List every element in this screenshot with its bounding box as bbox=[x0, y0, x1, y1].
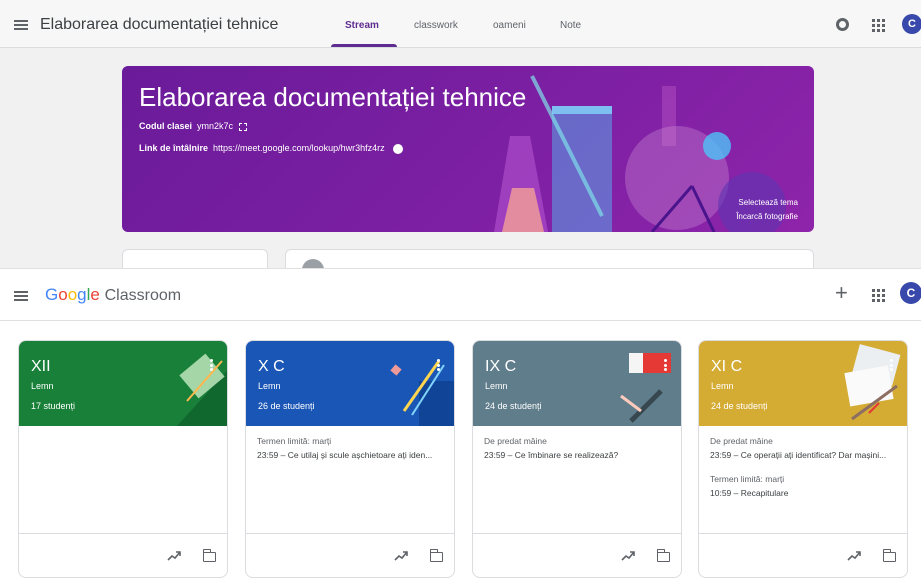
class-card-assignments: Termen limită: marți 23:59 – Ce utilaj și… bbox=[257, 434, 446, 462]
tab-stream[interactable]: Stream bbox=[345, 20, 379, 31]
class-code-value: ymn2k7c bbox=[197, 121, 234, 131]
class-stream-view: Elaborarea documentației tehnice Stream … bbox=[0, 0, 921, 268]
class-card-footer bbox=[473, 533, 681, 577]
assignment-due-label: De predat mâine bbox=[484, 436, 547, 446]
create-join-class-plus-icon[interactable]: + bbox=[835, 282, 848, 304]
main-menu-icon[interactable] bbox=[14, 291, 28, 301]
assignment-link[interactable]: 23:59 – Ce utilaj și scule așchietoare a… bbox=[257, 448, 446, 462]
stream-app-bar: Elaborarea documentației tehnice Stream … bbox=[0, 0, 921, 48]
class-card[interactable]: XII Lemn 17 studenți bbox=[18, 340, 228, 578]
folder-icon[interactable] bbox=[882, 549, 896, 562]
tab-grades[interactable]: Note bbox=[560, 20, 581, 31]
class-title[interactable]: Elaborarea documentației tehnice bbox=[40, 16, 278, 34]
google-apps-icon[interactable] bbox=[872, 289, 885, 302]
card-illustration bbox=[620, 353, 671, 423]
assignment-link[interactable]: 23:59 – Ce îmbinare se realizează? bbox=[484, 448, 673, 462]
announcement-composer[interactable] bbox=[285, 249, 814, 268]
fullscreen-icon[interactable] bbox=[238, 122, 247, 131]
class-card-header[interactable]: XI C Lemn 24 de studenți bbox=[699, 341, 907, 426]
trending-insights-icon[interactable] bbox=[621, 551, 635, 561]
assignment-due-label: Termen limită: marți bbox=[710, 474, 785, 484]
trending-insights-icon[interactable] bbox=[847, 551, 861, 561]
tab-people[interactable]: oameni bbox=[493, 20, 526, 31]
class-card-title[interactable]: IX C bbox=[485, 358, 516, 376]
home-app-bar: Google Classroom + C bbox=[0, 269, 921, 321]
folder-icon[interactable] bbox=[202, 549, 216, 562]
account-avatar[interactable]: C bbox=[900, 282, 921, 304]
folder-icon[interactable] bbox=[656, 549, 670, 562]
class-card-section: Lemn bbox=[485, 381, 508, 391]
logo-classroom: Classroom bbox=[104, 287, 182, 304]
class-code-row: Codul clasei ymn2k7c bbox=[139, 121, 247, 131]
class-card[interactable]: IX C Lemn 24 de studenți De predat mâine 23:… bbox=[472, 340, 682, 578]
class-card-assignments: De predat mâine 23:59 – Ce îmbinare se re… bbox=[484, 434, 673, 462]
class-card-assignments: De predat mâine 23:59 – Ce operații ați i… bbox=[710, 434, 899, 500]
account-avatar[interactable]: C bbox=[902, 14, 921, 34]
class-card-student-count: 24 de studenți bbox=[711, 401, 768, 411]
more-options-icon[interactable] bbox=[664, 359, 667, 371]
class-card[interactable]: XI C Lemn 24 de studenți De predat mâine 23:… bbox=[698, 340, 908, 578]
folder-icon[interactable] bbox=[429, 549, 443, 562]
google-classroom-logo[interactable]: Google Classroom bbox=[45, 285, 181, 305]
class-card-footer bbox=[699, 533, 907, 577]
more-options-icon[interactable] bbox=[437, 359, 440, 371]
trending-insights-icon[interactable] bbox=[167, 551, 181, 561]
class-card-student-count: 24 de studenți bbox=[485, 401, 542, 411]
class-card-student-count: 26 de studenți bbox=[258, 401, 315, 411]
class-card-section: Lemn bbox=[258, 381, 281, 391]
class-card-section: Lemn bbox=[31, 381, 54, 391]
assignment-link[interactable]: 10:59 – Recapitulare bbox=[710, 486, 899, 500]
active-tab-indicator bbox=[331, 44, 397, 47]
card-illustration bbox=[844, 344, 901, 421]
class-card-section: Lemn bbox=[711, 381, 734, 391]
class-card-footer bbox=[246, 533, 454, 577]
upload-photo-link[interactable]: Încarcă fotografie bbox=[736, 210, 798, 224]
classroom-home-view: Google Classroom + C XII Lemn 17 studenți X… bbox=[0, 268, 921, 578]
meet-link-url[interactable]: https://meet.google.com/lookup/hwr3hfz4r… bbox=[213, 143, 385, 153]
banner-class-title: Elaborarea documentației tehnice bbox=[139, 82, 527, 112]
tab-classwork[interactable]: classwork bbox=[414, 20, 458, 31]
class-settings-gear-icon[interactable] bbox=[836, 18, 849, 31]
google-apps-icon[interactable] bbox=[872, 19, 885, 32]
class-code-label: Codul clasei bbox=[139, 121, 193, 131]
class-card[interactable]: X C Lemn 26 de studenți Termen limită: marț… bbox=[245, 340, 455, 578]
class-card-header[interactable]: XII Lemn 17 studenți bbox=[19, 341, 227, 426]
class-card-footer bbox=[19, 533, 227, 577]
assignment-link[interactable]: 23:59 – Ce operații ați identificat? Dar… bbox=[710, 448, 899, 462]
card-illustration bbox=[390, 360, 454, 426]
upcoming-panel bbox=[122, 249, 268, 268]
more-options-icon[interactable] bbox=[890, 359, 893, 371]
class-card-student-count: 17 studenți bbox=[31, 401, 76, 411]
banner-actions: Selectează tema Încarcă fotografie bbox=[736, 196, 798, 224]
class-card-title[interactable]: XI C bbox=[711, 358, 742, 376]
select-theme-link[interactable]: Selectează tema bbox=[736, 196, 798, 210]
card-illustration bbox=[177, 353, 227, 426]
trending-insights-icon[interactable] bbox=[394, 551, 408, 561]
more-options-icon[interactable] bbox=[210, 359, 213, 371]
logo-google: Google bbox=[45, 285, 100, 304]
meet-link-row: Link de întâlnire https://meet.google.co… bbox=[139, 143, 404, 154]
assignment-due-label: De predat mâine bbox=[710, 436, 773, 446]
meet-video-icon[interactable] bbox=[393, 143, 404, 154]
class-card-header[interactable]: IX C Lemn 24 de studenți bbox=[473, 341, 681, 426]
assignment-due-label: Termen limită: marți bbox=[257, 436, 332, 446]
meet-link-label: Link de întâlnire bbox=[139, 143, 209, 153]
main-menu-icon[interactable] bbox=[14, 20, 28, 30]
avatar bbox=[302, 259, 324, 268]
class-card-title[interactable]: X C bbox=[258, 358, 285, 376]
class-card-header[interactable]: X C Lemn 26 de studenți bbox=[246, 341, 454, 426]
class-banner: Elaborarea documentației tehnice Codul c… bbox=[122, 66, 814, 232]
class-card-title[interactable]: XII bbox=[31, 358, 51, 376]
